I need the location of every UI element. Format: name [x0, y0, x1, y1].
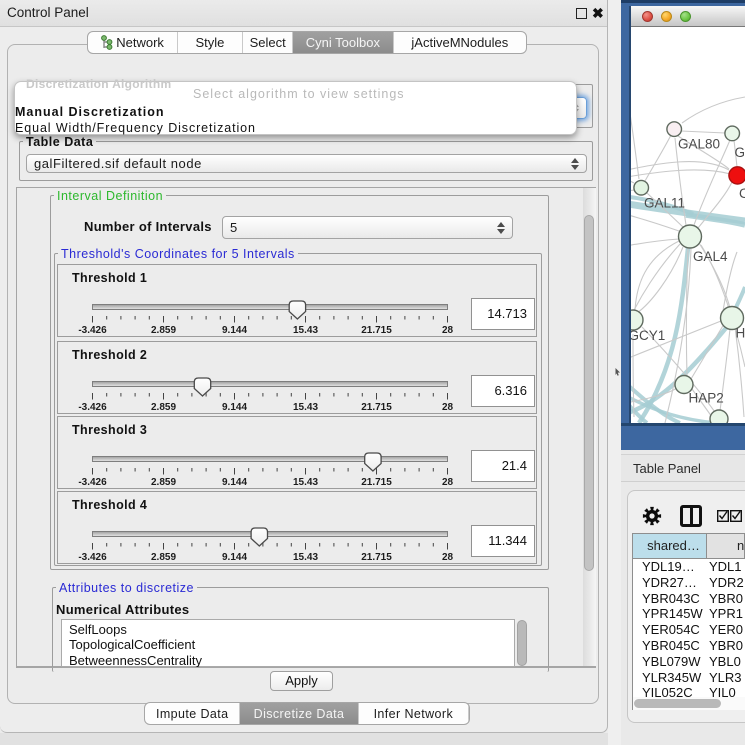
svg-text:2.859: 2.859	[151, 325, 176, 336]
svg-text:GAL4: GAL4	[693, 249, 728, 264]
svg-text:21.715: 21.715	[361, 552, 392, 563]
svg-text:21.715: 21.715	[361, 325, 392, 336]
svg-text:28: 28	[442, 477, 454, 488]
svg-text:GCY1: GCY1	[631, 328, 665, 343]
svg-text:9.144: 9.144	[222, 402, 247, 413]
svg-text:-3.426: -3.426	[78, 402, 107, 413]
svg-text:9.144: 9.144	[222, 552, 247, 563]
svg-text:21.715: 21.715	[361, 402, 392, 413]
svg-text:-3.426: -3.426	[78, 552, 107, 563]
svg-text:15.43: 15.43	[293, 552, 318, 563]
svg-text:15.43: 15.43	[293, 402, 318, 413]
svg-text:9.144: 9.144	[222, 477, 247, 488]
svg-text:15.43: 15.43	[293, 325, 318, 336]
svg-text:28: 28	[442, 552, 454, 563]
svg-text:-3.426: -3.426	[78, 477, 107, 488]
svg-text:2.859: 2.859	[151, 477, 176, 488]
svg-text:HAP2: HAP2	[689, 391, 724, 406]
svg-text:2.859: 2.859	[151, 552, 176, 563]
svg-text:28: 28	[442, 402, 454, 413]
svg-text:GAL80: GAL80	[678, 137, 720, 152]
svg-text:G...: G...	[735, 145, 745, 160]
svg-text:H: H	[736, 326, 745, 341]
svg-text:GAL11: GAL11	[644, 196, 685, 211]
svg-text:21.715: 21.715	[361, 477, 392, 488]
svg-text:15.43: 15.43	[293, 477, 318, 488]
svg-text:28: 28	[442, 325, 454, 336]
svg-text:2.859: 2.859	[151, 402, 176, 413]
svg-text:9.144: 9.144	[222, 325, 247, 336]
svg-text:C...: C...	[739, 186, 745, 201]
svg-text:-3.426: -3.426	[78, 325, 107, 336]
